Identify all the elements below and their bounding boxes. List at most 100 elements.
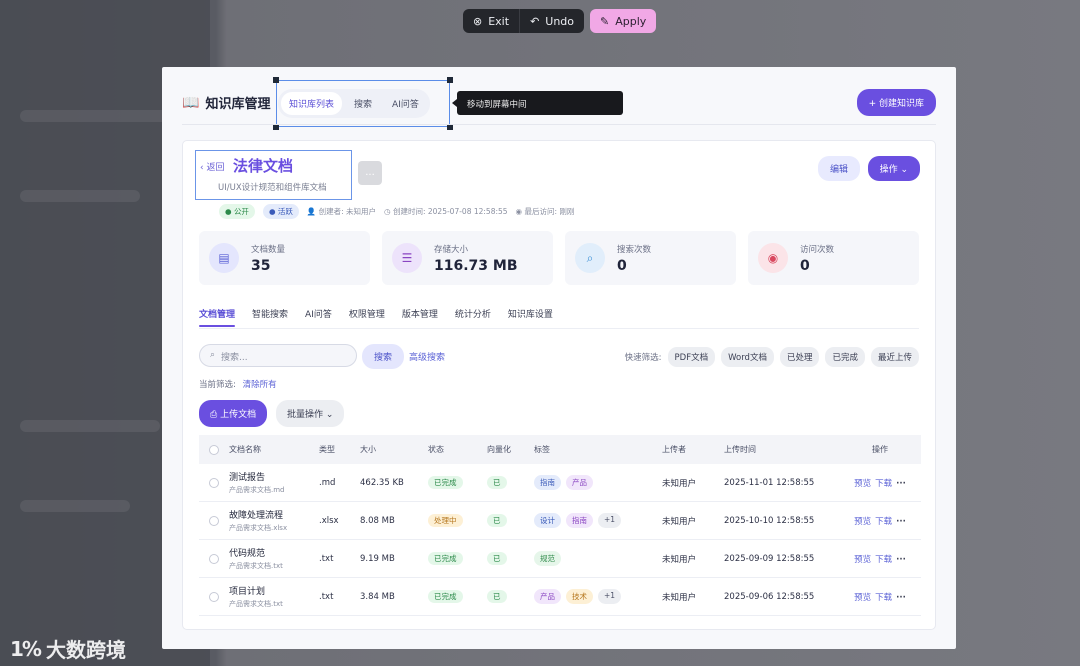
file-subname: 产品需求文档.md — [229, 486, 285, 494]
move-tooltip: 移动到屏幕中间 — [452, 91, 623, 115]
status-badge: 处理中 — [428, 514, 463, 527]
watermark: 1% 大数跨境 — [10, 634, 126, 663]
file-name[interactable]: 故障处理流程 — [229, 508, 319, 521]
row-checkbox[interactable] — [209, 553, 219, 564]
current-filter: 当前筛选: 清除所有 — [199, 378, 277, 390]
bulk-actions-button[interactable]: 批量操作 ⌄ — [276, 400, 345, 427]
stat-label: 存储大小 — [434, 244, 469, 255]
stat-value: 35 — [251, 257, 271, 274]
more-actions-icon[interactable]: ··· — [896, 479, 906, 489]
more-chip[interactable]: ... — [358, 161, 382, 185]
tab-ai-qa[interactable]: AI问答 — [305, 307, 332, 320]
edit-button[interactable]: 编辑 — [817, 156, 860, 181]
exit-button[interactable]: ⊗ Exit — [463, 9, 519, 33]
preview-link[interactable]: 预览 — [854, 479, 871, 489]
download-link[interactable]: 下载 — [875, 517, 892, 527]
preview-link[interactable]: 预览 — [854, 555, 871, 565]
upload-time: 2025-09-09 12:58:55 — [724, 553, 815, 564]
undo-button[interactable]: ↶ Undo — [519, 9, 584, 33]
filter-chip-recent[interactable]: 最近上传 — [870, 347, 919, 367]
tab-statistics[interactable]: 统计分析 — [455, 307, 491, 320]
watermark-logo: 1% — [10, 636, 42, 661]
file-name[interactable]: 测试报告 — [229, 470, 319, 483]
download-link[interactable]: 下载 — [875, 593, 892, 603]
apply-button[interactable]: ✎ Apply — [590, 9, 657, 33]
clear-all-link[interactable]: 清除所有 — [243, 380, 277, 390]
col-header: 操作 — [872, 445, 888, 454]
upload-button[interactable]: ⎙ 上传文档 — [199, 400, 268, 427]
chevron-down-icon: ⌄ — [325, 410, 334, 420]
back-link[interactable]: ‹ 返回 — [200, 160, 225, 173]
table-row[interactable]: 项目计划 产品需求文档.txt .txt 3.84 MB 已完成 已 产品 技术 +1… — [199, 578, 921, 616]
file-type: .md — [319, 477, 336, 488]
background-line — [20, 420, 160, 432]
row-checkbox[interactable] — [209, 515, 219, 526]
file-type: .txt — [319, 591, 334, 602]
download-link[interactable]: 下载 — [875, 555, 892, 565]
bulk-label: 批量操作 — [287, 410, 324, 420]
kb-detail-card: ‹ 返回 法律文档 UI/UX设计规范和组件库文档 ... 编辑 操作 ⌄ ● … — [182, 140, 936, 630]
background-line — [20, 500, 130, 512]
tab-permissions[interactable]: 权限管理 — [349, 307, 385, 320]
uploader: 未知用户 — [662, 516, 697, 527]
preview-link[interactable]: 预览 — [854, 593, 871, 603]
resize-handle[interactable] — [273, 77, 279, 83]
status-badge: 已完成 — [428, 476, 463, 489]
more-actions-icon[interactable]: ··· — [896, 593, 906, 603]
documents-table: 文档名称 类型 大小 状态 向量化 标签 上传者 上传时间 操作 测试报告 产品需… — [199, 435, 921, 616]
upload-time: 2025-09-06 12:58:55 — [724, 591, 815, 602]
create-kb-button[interactable]: + 创建知识库 — [856, 89, 936, 116]
file-type: .xlsx — [319, 515, 339, 526]
search-input[interactable]: ⌕ 搜索... — [199, 344, 357, 367]
more-actions-icon[interactable]: ··· — [896, 555, 906, 565]
search-button[interactable]: 搜索 — [362, 344, 405, 369]
uploader: 未知用户 — [662, 478, 697, 489]
download-link[interactable]: 下载 — [875, 479, 892, 489]
row-checkbox[interactable] — [209, 477, 219, 488]
table-row[interactable]: 测试报告 产品需求文档.md .md 462.35 KB 已完成 已 指南 产品 未… — [199, 464, 921, 502]
tag-badge: 技术 — [566, 589, 593, 604]
table-row[interactable]: 代码规范 产品需求文档.txt .txt 9.19 MB 已完成 已 规范 未知用… — [199, 540, 921, 578]
tab-kb-settings[interactable]: 知识库设置 — [508, 307, 553, 320]
public-badge: ● 公开 — [219, 204, 255, 219]
file-name[interactable]: 项目计划 — [229, 584, 319, 597]
stats-row: ▤ 文档数量 35 ☰ 存储大小 116.73 MB ⌕ 搜索次数 0 ◉ 访问… — [199, 231, 919, 285]
filter-chip-completed[interactable]: 已完成 — [825, 347, 865, 367]
file-size: 9.19 MB — [360, 553, 395, 564]
background-line — [20, 190, 140, 202]
editor-toolbar: ⊗ Exit ↶ Undo ✎ Apply — [463, 9, 657, 33]
operations-button[interactable]: 操作 ⌄ — [867, 156, 920, 181]
back-label: 返回 — [206, 163, 225, 173]
undo-icon: ↶ — [530, 14, 540, 28]
filter-chip-pdf[interactable]: PDF文档 — [667, 347, 716, 367]
filter-chip-processed[interactable]: 已处理 — [779, 347, 820, 367]
filter-chip-word[interactable]: Word文档 — [721, 347, 774, 367]
advanced-search-link[interactable]: 高级搜索 — [409, 350, 445, 363]
row-checkbox[interactable] — [209, 591, 219, 602]
chevron-down-icon: ⌄ — [900, 165, 908, 175]
col-header: 上传者 — [662, 445, 686, 454]
active-badge: ● 活跃 — [262, 204, 299, 219]
file-type: .txt — [319, 553, 334, 564]
tab-versions[interactable]: 版本管理 — [402, 307, 438, 320]
file-size: 8.08 MB — [360, 515, 395, 526]
tab-smart-search[interactable]: 智能搜索 — [252, 307, 288, 320]
col-header: 文档名称 — [229, 445, 261, 454]
tab-doc-management[interactable]: 文档管理 — [199, 307, 236, 327]
stat-label: 文档数量 — [251, 244, 286, 255]
database-icon: ☰ — [392, 243, 422, 273]
document-icon: ▤ — [209, 243, 239, 273]
tag-badge: 指南 — [534, 475, 561, 490]
tag-badge: 设计 — [534, 513, 561, 528]
table-row[interactable]: 故障处理流程 产品需求文档.xlsx .xlsx 8.08 MB 处理中 已 设计… — [199, 502, 921, 540]
file-name[interactable]: 代码规范 — [229, 546, 319, 559]
stat-card-docs: ▤ 文档数量 35 — [199, 231, 370, 285]
search-icon: ⌕ — [575, 243, 605, 273]
resize-handle[interactable] — [447, 77, 453, 83]
selection-box[interactable] — [273, 77, 453, 130]
vectorized-badge: 已 — [487, 552, 507, 565]
more-actions-icon[interactable]: ··· — [896, 517, 906, 527]
preview-link[interactable]: 预览 — [854, 517, 871, 527]
upload-time: 2025-10-10 12:58:55 — [724, 515, 815, 526]
select-all-checkbox[interactable] — [209, 444, 219, 455]
